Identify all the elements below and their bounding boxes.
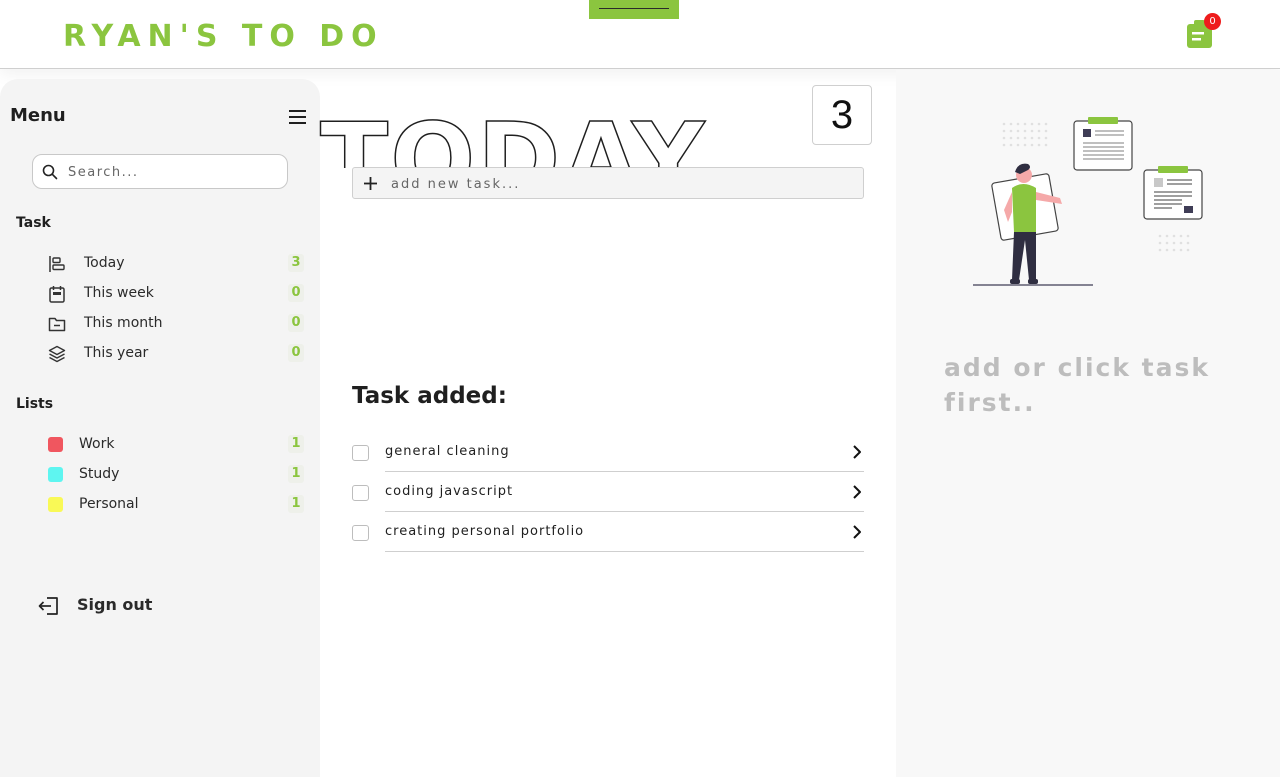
signout-button[interactable]: Sign out xyxy=(38,592,178,618)
list-item-label: Work xyxy=(79,436,115,452)
list-item-work[interactable]: Work 1 xyxy=(48,432,304,458)
hamburger-bar xyxy=(289,116,306,118)
signout-label: Sign out xyxy=(77,595,153,614)
list-item-label: Personal xyxy=(79,496,139,512)
sidebar-item-this-month[interactable]: This month 0 xyxy=(48,311,304,337)
tasks-heading: Task added: xyxy=(352,383,507,409)
task-text: coding javascript xyxy=(385,484,514,499)
menu-title: Menu xyxy=(10,105,66,126)
plus-icon[interactable] xyxy=(362,175,379,192)
task-detail-panel: add or click task first.. xyxy=(896,70,1280,777)
hamburger-bar xyxy=(289,122,306,124)
personal-color-swatch xyxy=(48,497,63,512)
search-icon xyxy=(42,164,58,180)
add-task-bar xyxy=(352,167,864,199)
list-item-count: 1 xyxy=(288,435,304,453)
sidebar-item-label: Today xyxy=(84,255,125,271)
work-color-swatch xyxy=(48,437,63,452)
sidebar-item-count: 3 xyxy=(288,254,304,272)
study-color-swatch xyxy=(48,467,63,482)
task-row[interactable]: general cleaning xyxy=(352,432,864,472)
sidebar-item-count: 0 xyxy=(288,344,304,362)
folder-icon xyxy=(48,317,66,332)
sidebar-item-label: This week xyxy=(84,285,154,301)
task-text: creating personal portfolio xyxy=(385,524,585,539)
empty-state-illustration xyxy=(973,117,1203,286)
sidebar-item-label: This year xyxy=(84,345,149,361)
add-task-input[interactable] xyxy=(391,174,851,194)
list-item-count: 1 xyxy=(288,465,304,483)
app-logo: RYAN'S TO DO xyxy=(63,19,384,54)
sign-out-icon xyxy=(38,597,58,615)
layers-icon xyxy=(48,345,66,363)
list-item-study[interactable]: Study 1 xyxy=(48,462,304,488)
task-count-box: 3 xyxy=(812,85,872,145)
sidebar-item-count: 0 xyxy=(288,284,304,302)
list-item-count: 1 xyxy=(288,495,304,513)
header-tab-line xyxy=(599,8,669,9)
task-divider xyxy=(385,551,864,552)
empty-state-message: add or click task first.. xyxy=(944,353,1211,417)
task-checkbox[interactable] xyxy=(352,525,369,541)
header-tab[interactable] xyxy=(589,0,679,19)
today-icon xyxy=(49,256,65,272)
page-title-text: TODAY xyxy=(320,101,706,168)
chevron-right-icon[interactable] xyxy=(850,484,864,500)
sidebar-item-today[interactable]: Today 3 xyxy=(48,251,304,277)
hamburger-menu-icon[interactable] xyxy=(289,110,307,124)
calendar-icon xyxy=(49,286,65,303)
list-item-personal[interactable]: Personal 1 xyxy=(48,492,304,518)
task-checkbox[interactable] xyxy=(352,485,369,501)
search-box xyxy=(32,154,288,189)
sidebar-item-this-week[interactable]: This week 0 xyxy=(48,281,304,307)
sidebar-item-label: This month xyxy=(84,315,163,331)
notification-button[interactable]: 0 xyxy=(1186,13,1221,49)
task-checkbox[interactable] xyxy=(352,445,369,461)
list-item-label: Study xyxy=(79,466,120,482)
lists-section-label: Lists xyxy=(16,396,54,412)
sidebar-item-count: 0 xyxy=(288,314,304,332)
page-title: TODAY xyxy=(318,98,738,168)
sidebar: Menu Task Today 3 This week 0 xyxy=(0,79,320,777)
task-section-label: Task xyxy=(16,215,51,231)
task-text: general cleaning xyxy=(385,444,510,459)
search-input[interactable] xyxy=(68,162,278,182)
chevron-right-icon[interactable] xyxy=(850,444,864,460)
app-header: RYAN'S TO DO 0 xyxy=(0,0,1280,69)
notification-badge: 0 xyxy=(1204,13,1221,30)
chevron-right-icon[interactable] xyxy=(850,524,864,540)
task-row[interactable]: creating personal portfolio xyxy=(352,512,864,552)
hamburger-bar xyxy=(289,110,306,112)
task-row[interactable]: coding javascript xyxy=(352,472,864,512)
sidebar-item-this-year[interactable]: This year 0 xyxy=(48,341,304,367)
